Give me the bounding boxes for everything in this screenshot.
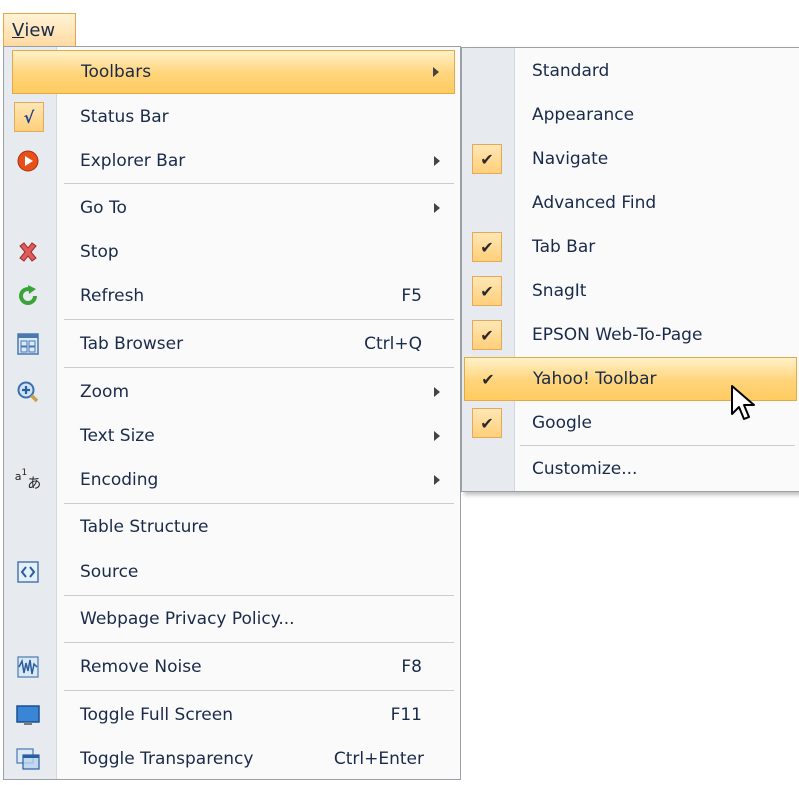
- menu-item-label: Text Size: [80, 426, 155, 446]
- menu-item-table-structure[interactable]: Table Structure: [4, 505, 460, 549]
- menu-item-full-screen[interactable]: Toggle Full Screen F11: [4, 693, 460, 737]
- menu-separator: [520, 445, 795, 446]
- explorer-bar-icon: [14, 147, 42, 175]
- menu-item-label: Remove Noise: [80, 657, 202, 677]
- source-icon: [14, 558, 42, 586]
- mouse-pointer-icon: [731, 385, 755, 420]
- full-screen-icon: [14, 701, 42, 729]
- submenu-item-advanced-find[interactable]: Advanced Find: [462, 181, 799, 225]
- view-label: iew: [24, 20, 56, 41]
- checkmark-icon: ✔: [472, 232, 502, 262]
- checkmark-icon: ✔: [472, 320, 502, 350]
- menu-item-label: Refresh: [80, 286, 145, 306]
- menu-separator: [64, 690, 454, 691]
- shortcut-label: F5: [401, 286, 422, 306]
- submenu-arrow-icon: [434, 475, 440, 485]
- menu-item-encoding[interactable]: a1あ Encoding: [4, 458, 460, 502]
- remove-noise-icon: [14, 653, 42, 681]
- stop-icon: [14, 238, 42, 266]
- shortcut-label: F11: [390, 705, 422, 725]
- encoding-icon: a1あ: [14, 468, 42, 492]
- shortcut-label: F8: [401, 657, 422, 677]
- menu-item-transparency[interactable]: Toggle Transparency Ctrl+Enter: [4, 737, 460, 781]
- menu-separator: [64, 595, 454, 596]
- menu-separator: [64, 183, 454, 184]
- menu-separator: [64, 503, 454, 504]
- menu-separator: [64, 319, 454, 320]
- submenu-arrow-icon: [434, 387, 440, 397]
- menu-item-remove-noise[interactable]: Remove Noise F8: [4, 645, 460, 689]
- menu-item-refresh[interactable]: Refresh F5: [4, 274, 460, 318]
- submenu-arrow-icon: [434, 203, 440, 213]
- menubar-view[interactable]: View: [3, 13, 76, 47]
- transparency-icon: [14, 745, 42, 773]
- menu-item-label: Tab Browser: [80, 334, 184, 354]
- menu-item-privacy-policy[interactable]: Webpage Privacy Policy...: [4, 597, 460, 641]
- submenu-item-label: Tab Bar: [532, 237, 596, 257]
- menu-item-text-size[interactable]: Text Size: [4, 414, 460, 458]
- submenu-item-label: Yahoo! Toolbar: [533, 369, 657, 389]
- submenu-item-customize[interactable]: Customize...: [462, 447, 799, 491]
- tab-browser-icon: [14, 330, 42, 358]
- submenu-item-label: Standard: [532, 61, 610, 81]
- submenu-arrow-icon: [434, 156, 440, 166]
- menu-item-label: Webpage Privacy Policy...: [80, 609, 295, 629]
- submenu-item-label: Appearance: [532, 105, 635, 125]
- menu-item-label: Status Bar: [80, 107, 169, 127]
- submenu-arrow-icon: [433, 67, 439, 77]
- submenu-item-appearance[interactable]: Appearance: [462, 93, 799, 137]
- submenu-item-navigate[interactable]: ✔ Navigate: [462, 137, 799, 181]
- menu-item-tab-browser[interactable]: Tab Browser Ctrl+Q: [4, 322, 460, 366]
- menu-item-label: Toolbars: [81, 62, 152, 82]
- submenu-item-label: EPSON Web-To-Page: [532, 325, 703, 345]
- view-mnemonic: V: [12, 20, 25, 41]
- menu-separator: [64, 642, 454, 643]
- checkmark-icon: ✔: [472, 276, 502, 306]
- menu-item-label: Stop: [80, 242, 119, 262]
- refresh-icon: [14, 282, 42, 310]
- menu-item-label: Explorer Bar: [80, 151, 186, 171]
- menu-item-label: Go To: [80, 198, 127, 218]
- checkmark-icon: ✔: [472, 144, 502, 174]
- submenu-arrow-icon: [434, 431, 440, 441]
- menu-item-label: Toggle Full Screen: [80, 705, 233, 725]
- submenu-item-tab-bar[interactable]: ✔ Tab Bar: [462, 225, 799, 269]
- submenu-item-label: Advanced Find: [532, 193, 657, 213]
- menu-item-toolbars[interactable]: Toolbars: [12, 50, 455, 94]
- submenu-item-snagit[interactable]: ✔ SnagIt: [462, 269, 799, 313]
- menu-item-zoom[interactable]: Zoom: [4, 370, 460, 414]
- submenu-item-label: Navigate: [532, 149, 609, 169]
- checkmark-icon: ✔: [481, 369, 495, 389]
- zoom-icon: [14, 378, 42, 406]
- checkmark-icon: √: [14, 102, 44, 132]
- submenu-item-standard[interactable]: Standard: [462, 49, 799, 93]
- menu-item-label: Toggle Transparency: [80, 749, 254, 769]
- shortcut-label: Ctrl+Enter: [333, 749, 424, 769]
- menu-item-label: Table Structure: [80, 517, 209, 537]
- submenu-item-label: Google: [532, 413, 592, 433]
- menu-separator: [64, 367, 454, 368]
- view-menu: Toolbars √ Status Bar Explorer Bar Go To…: [3, 46, 461, 780]
- checkmark-icon: ✔: [472, 408, 502, 438]
- submenu-item-label: Customize...: [532, 459, 638, 479]
- submenu-item-epson-web-to-page[interactable]: ✔ EPSON Web-To-Page: [462, 313, 799, 357]
- shortcut-label: Ctrl+Q: [364, 334, 422, 354]
- menu-item-source[interactable]: Source: [4, 550, 460, 594]
- menu-item-explorer-bar[interactable]: Explorer Bar: [4, 139, 460, 183]
- menu-item-label: Encoding: [80, 470, 159, 490]
- menu-item-label: Source: [80, 562, 139, 582]
- submenu-item-label: SnagIt: [532, 281, 587, 301]
- menu-item-stop[interactable]: Stop: [4, 230, 460, 274]
- menu-item-status-bar[interactable]: √ Status Bar: [4, 95, 460, 139]
- menu-item-label: Zoom: [80, 382, 130, 402]
- menu-item-go-to[interactable]: Go To: [4, 186, 460, 230]
